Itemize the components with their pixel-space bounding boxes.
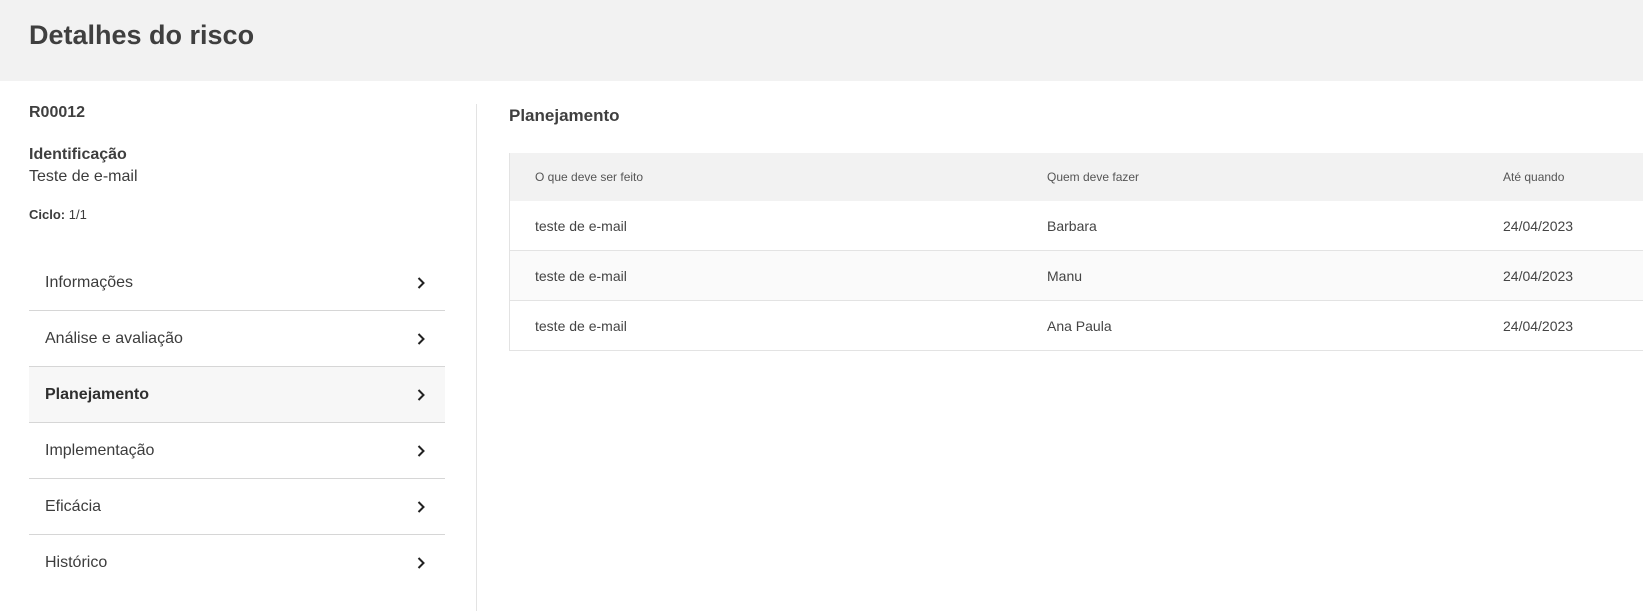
menu-item-historico[interactable]: Histórico — [29, 535, 445, 591]
table-row[interactable]: teste de e-mail Barbara 24/04/2023 — [510, 201, 1643, 251]
table-row[interactable]: teste de e-mail Manu 24/04/2023 — [510, 251, 1643, 301]
cell-when: 24/04/2023 — [1503, 267, 1574, 284]
cell-who: Barbara — [1047, 217, 1097, 234]
planning-table: O que deve ser feito Quem deve fazer Até… — [509, 153, 1643, 351]
cell-what: teste de e-mail — [535, 267, 627, 284]
menu-item-eficacia[interactable]: Eficácia — [29, 479, 445, 535]
chevron-right-icon — [415, 444, 427, 457]
chevron-right-icon — [415, 500, 427, 513]
planning-panel: Planejamento O que deve ser feito Quem d… — [509, 104, 1643, 351]
chevron-right-icon — [415, 276, 427, 289]
chevron-right-icon — [415, 332, 427, 345]
table-row[interactable]: teste de e-mail Ana Paula 24/04/2023 — [510, 301, 1643, 351]
cell-what: teste de e-mail — [535, 217, 627, 234]
menu-item-label: Planejamento — [45, 385, 150, 403]
menu-item-label: Implementação — [45, 441, 155, 459]
menu-item-planejamento[interactable]: Planejamento — [29, 367, 445, 423]
risk-code: R00012 — [29, 104, 86, 121]
section-title: Planejamento — [509, 106, 620, 125]
menu-item-analise-avaliacao[interactable]: Análise e avaliação — [29, 311, 445, 367]
menu-item-label: Eficácia — [45, 497, 102, 515]
menu-item-implementacao[interactable]: Implementação — [29, 423, 445, 479]
cell-who: Ana Paula — [1047, 317, 1112, 334]
cycle-value: 1/1 — [68, 207, 87, 222]
risk-summary-panel: R00012 Identificação Teste de e-mail Cic… — [29, 104, 445, 571]
table-header: O que deve ser feito Quem deve fazer Até… — [510, 153, 1643, 201]
menu-item-label: Informações — [45, 273, 134, 291]
page-header: Detalhes do risco — [0, 0, 1643, 81]
chevron-right-icon — [415, 557, 427, 569]
panel-divider — [476, 104, 477, 611]
column-header-when[interactable]: Até quando — [1503, 170, 1564, 184]
identification-value: Teste de e-mail — [29, 168, 138, 185]
menu-item-informacoes[interactable]: Informações — [29, 255, 445, 311]
cycle-info: Ciclo: 1/1 — [29, 207, 445, 222]
menu-item-label: Histórico — [45, 554, 108, 571]
cell-what: teste de e-mail — [535, 317, 627, 334]
cycle-label: Ciclo: — [29, 207, 66, 222]
identification-label: Identificação — [29, 146, 127, 163]
chevron-right-icon — [415, 388, 427, 401]
cell-when: 24/04/2023 — [1503, 217, 1574, 234]
column-header-who[interactable]: Quem deve fazer — [1047, 170, 1139, 184]
column-header-what[interactable]: O que deve ser feito — [535, 170, 643, 184]
section-menu: Informações Análise e avaliação Planejam… — [29, 255, 445, 591]
cell-when: 24/04/2023 — [1503, 317, 1574, 334]
menu-item-label: Análise e avaliação — [45, 329, 183, 347]
page-title: Detalhes do risco — [29, 20, 255, 50]
cell-who: Manu — [1047, 267, 1083, 284]
